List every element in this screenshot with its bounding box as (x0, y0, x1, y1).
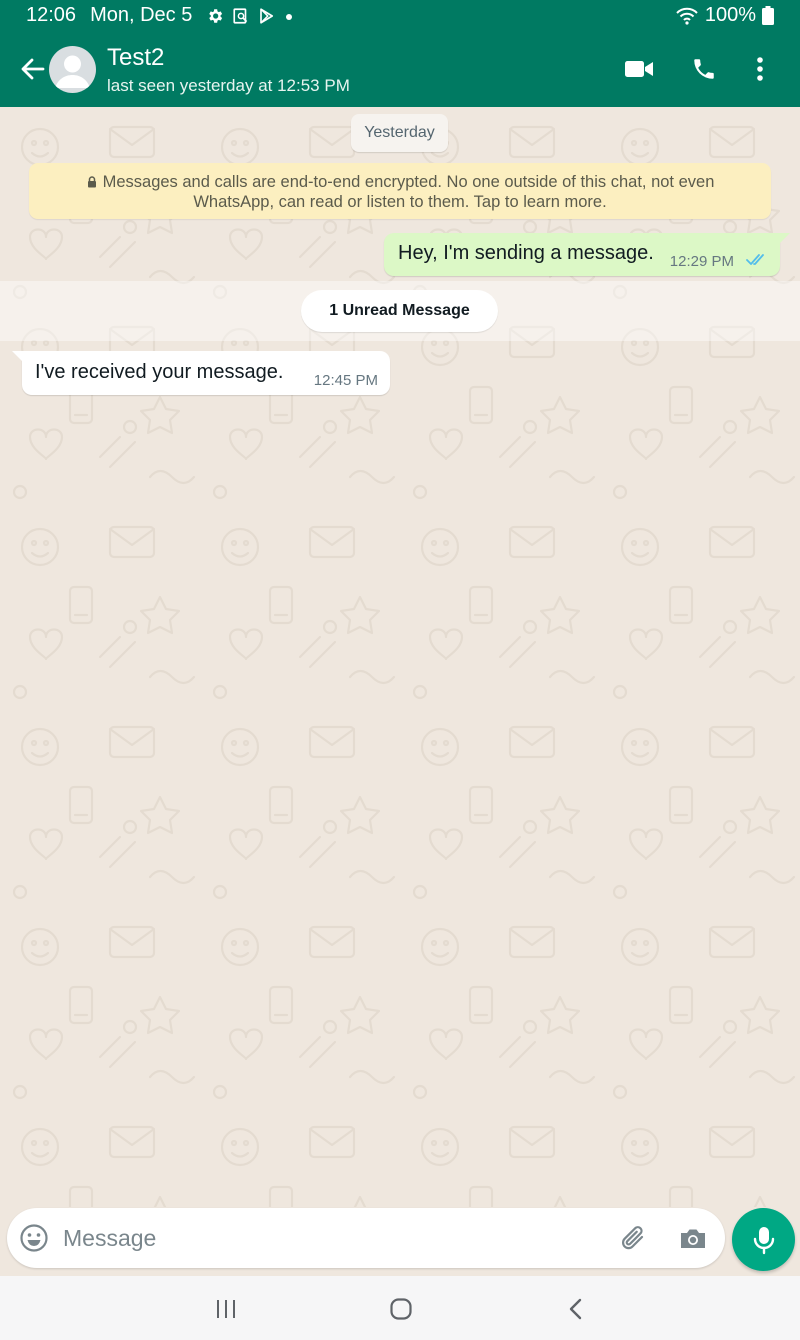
chat-header: Test2 last seen yesterday at 12:53 PM (0, 32, 800, 107)
message-composer (7, 1208, 725, 1268)
video-call-button[interactable] (622, 52, 656, 86)
voice-call-icon (694, 59, 714, 79)
back-button[interactable] (18, 54, 48, 84)
recents-icon (217, 1300, 235, 1318)
emoji-icon (20, 1224, 48, 1252)
status-time: 12:06 (26, 4, 77, 26)
voice-call-button[interactable] (687, 52, 721, 86)
settings-icon (209, 8, 223, 23)
bubble-tail (778, 233, 790, 245)
camera-button[interactable] (677, 1223, 709, 1255)
contact-name[interactable]: Test2 (107, 44, 164, 72)
notification-dot-icon (286, 13, 293, 20)
message-time: 12:45 PM (313, 372, 378, 389)
home-icon (390, 1298, 412, 1320)
encryption-notice[interactable]: Messages and calls are end-to-end encryp… (29, 163, 771, 219)
whatsapp-chat-screen: 12:06 Mon, Dec 5 100% Test2 last seen ye… (0, 0, 800, 1340)
status-notification-icons (206, 7, 294, 25)
status-left: 12:06 Mon, Dec 5 (26, 4, 294, 27)
message-time: 12:29 PM (669, 253, 734, 270)
system-navigation-bar (0, 1276, 800, 1340)
read-receipt-icon (746, 254, 764, 265)
wifi-icon (676, 7, 698, 25)
play-store-icon (260, 7, 274, 24)
outgoing-message-bubble[interactable]: Hey, I'm sending a message. 12:29 PM (384, 233, 790, 276)
status-date: Mon, Dec 5 (90, 4, 193, 26)
attach-button[interactable] (618, 1222, 650, 1254)
message-text: I've received your message. (35, 361, 284, 383)
recents-button[interactable] (209, 1294, 243, 1324)
message-text: Hey, I'm sending a message. (398, 242, 654, 264)
unread-messages-label: 1 Unread Message (301, 290, 498, 332)
back-arrow-icon (21, 58, 45, 80)
system-back-button[interactable] (559, 1294, 593, 1324)
battery-icon (762, 5, 774, 25)
status-bar: 12:06 Mon, Dec 5 100% (0, 0, 800, 32)
bubble-tail (12, 351, 24, 363)
status-right: 100% (675, 4, 774, 27)
more-options-button[interactable] (743, 52, 777, 86)
date-separator: Yesterday (351, 114, 448, 152)
encryption-notice-text: Messages and calls are end-to-end encryp… (102, 173, 715, 211)
avatar[interactable] (49, 46, 96, 93)
voice-message-button[interactable] (732, 1208, 795, 1271)
default-avatar-icon (55, 55, 90, 88)
screenshot-icon (233, 7, 248, 24)
message-list[interactable]: Yesterday Messages and calls are end-to-… (0, 107, 800, 1207)
attach-icon (622, 1226, 644, 1250)
incoming-message-bubble[interactable]: I've received your message. 12:45 PM (12, 351, 390, 395)
back-icon (569, 1298, 582, 1320)
camera-icon (681, 1229, 705, 1248)
message-input[interactable] (63, 1218, 603, 1258)
home-button[interactable] (384, 1294, 418, 1324)
lock-icon (87, 176, 96, 188)
mic-icon (753, 1226, 774, 1254)
emoji-button[interactable] (19, 1223, 49, 1253)
video-call-icon (625, 61, 653, 77)
battery-percent: 100% (704, 4, 756, 26)
contact-last-seen[interactable]: last seen yesterday at 12:53 PM (107, 76, 350, 96)
more-options-icon (757, 57, 763, 81)
